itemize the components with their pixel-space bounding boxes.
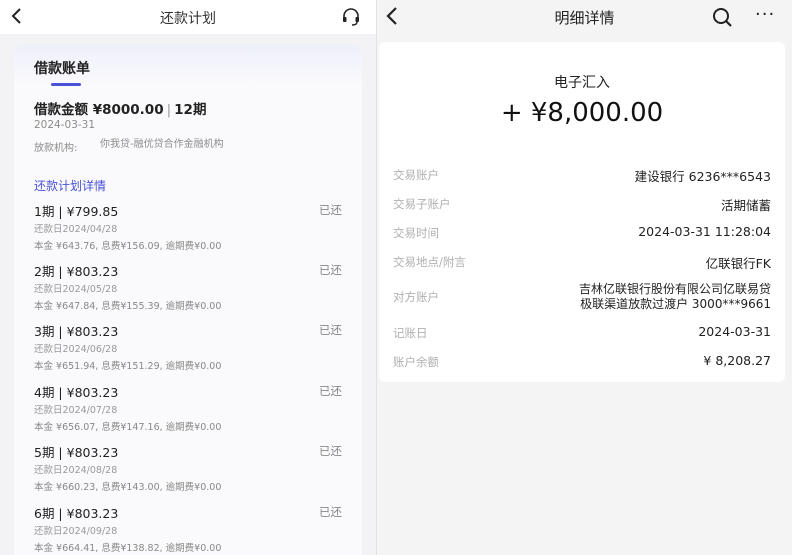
due-date: 还款日2024/09/28 (34, 526, 118, 537)
repayment-plan-details-link[interactable]: 还款计划详情 (34, 177, 106, 194)
installment-title: 4期 | ¥803.23 (34, 385, 119, 400)
installment-title: 1期 | ¥799.85 (34, 204, 119, 219)
detail-label: 交易地点/附言 (393, 255, 466, 269)
lender-value: 你我贷-融优贷合作金融机构 (100, 139, 224, 150)
installment-title: 2期 | ¥803.23 (34, 264, 119, 279)
due-date: 还款日2024/07/28 (34, 405, 118, 416)
status-badge: 已还 (319, 203, 342, 217)
detail-label: 交易账户 (393, 168, 439, 182)
status-badge: 已还 (319, 505, 342, 519)
counterparty-name: 吉林亿联银行股份有限公司亿联易贷 (578, 282, 771, 296)
detail-label: 对方账户 (393, 290, 439, 304)
detail-label: 账户余额 (393, 355, 439, 369)
installment-item[interactable]: 6期 | ¥803.23 已还 还款日2024/09/28 本金 ¥664.41… (34, 503, 354, 555)
installment-title: 3期 | ¥803.23 (34, 324, 119, 339)
transaction-detail-card: 电子汇入 + ¥8,000.00 交易账户 建设银行 6236***6543 交… (379, 42, 785, 382)
due-date: 还款日2024/05/28 (34, 284, 118, 295)
detail-label: 交易子账户 (393, 197, 451, 211)
installment-item[interactable]: 2期 | ¥803.23 已还 还款日2024/05/28 本金 ¥647.84… (34, 261, 354, 321)
due-date: 还款日2024/04/28 (34, 224, 118, 235)
due-date: 还款日2024/08/28 (34, 465, 118, 476)
amount-breakdown: 本金 ¥660.23, 息费¥143.00, 逾期费¥0.00 (34, 482, 222, 493)
transaction-amount: + ¥8,000.00 (500, 98, 664, 128)
detail-value: 2024-03-31 (698, 324, 771, 339)
detail-label: 交易时间 (393, 226, 439, 240)
detail-label: 记账日 (393, 326, 428, 340)
top-nav-bar: 明细详情 ··· (377, 0, 792, 34)
detail-value: 活期储蓄 (720, 198, 771, 213)
installment-item[interactable]: 4期 | ¥803.23 已还 还款日2024/07/28 本金 ¥656.07… (34, 382, 354, 442)
detail-value: 建设银行 6236***6543 (634, 169, 771, 184)
amount-breakdown: 本金 ¥664.41, 息费¥138.82, 逾期费¥0.00 (34, 543, 222, 554)
amount-breakdown: 本金 ¥651.94, 息费¥151.29, 逾期费¥0.00 (34, 361, 222, 372)
tab-loan-bill[interactable]: 借款账单 (34, 58, 90, 78)
amount-breakdown: 本金 ¥656.07, 息费¥147.16, 逾期费¥0.00 (34, 422, 222, 433)
top-nav-bar: 还款计划 (0, 0, 376, 34)
installment-item[interactable]: 3期 | ¥803.23 已还 还款日2024/06/28 本金 ¥651.94… (34, 321, 354, 381)
detail-value: 亿联银行FK (705, 256, 771, 271)
search-icon[interactable] (711, 6, 733, 28)
installment-item[interactable]: 5期 | ¥803.23 已还 还款日2024/08/28 本金 ¥660.23… (34, 442, 354, 502)
page-title: 还款计划 (160, 11, 216, 27)
loan-term: 12期 (174, 102, 207, 118)
transaction-detail-screen: 明细详情 ··· 电子汇入 + ¥8,000.00 交易账户 建设银行 6236… (377, 0, 792, 555)
loan-bill-card: 借款账单 借款金额 ¥8000.00 | 12期 2024-03-31 放款机构: … (14, 45, 362, 555)
counterparty-account: 吉林亿联银行股份有限公司亿联易贷 极联渠道放款过渡户 3000***9661 (579, 282, 771, 312)
installment-title: 6期 | ¥803.23 (34, 506, 119, 521)
separator: | (166, 102, 172, 118)
status-badge: 已还 (319, 263, 342, 277)
tab-underline (51, 83, 81, 86)
status-badge: 已还 (319, 384, 342, 398)
counterparty-number: 极联渠道放款过渡户 3000***9661 (580, 297, 771, 311)
transaction-type: 电子汇入 (554, 75, 610, 91)
more-icon[interactable]: ··· (755, 4, 775, 25)
status-badge: 已还 (319, 444, 342, 458)
loan-amount-label: 借款金额 ¥8000.00 (34, 102, 164, 118)
detail-value: 2024-03-31 11:28:04 (638, 224, 771, 239)
lender-label: 放款机构: (34, 143, 78, 154)
status-badge: 已还 (319, 323, 342, 337)
installment-item[interactable]: 1期 | ¥799.85 已还 还款日2024/04/28 本金 ¥643.76… (34, 201, 354, 261)
due-date: 还款日2024/06/28 (34, 344, 118, 355)
amount-breakdown: 本金 ¥643.76, 息费¥156.09, 逾期费¥0.00 (34, 241, 222, 252)
repayment-plan-screen: 还款计划 借款账单 借款金额 ¥8000.00 | 12期 2024-03-31 放… (0, 0, 376, 555)
loan-amount: 借款金额 ¥8000.00 | 12期 (34, 98, 206, 118)
detail-value: ¥ 8,208.27 (703, 353, 771, 368)
installment-title: 5期 | ¥803.23 (34, 445, 119, 460)
headset-icon[interactable] (341, 7, 361, 27)
amount-breakdown: 本金 ¥647.84, 息费¥155.39, 逾期费¥0.00 (34, 301, 222, 312)
loan-date: 2024-03-31 (34, 119, 96, 131)
